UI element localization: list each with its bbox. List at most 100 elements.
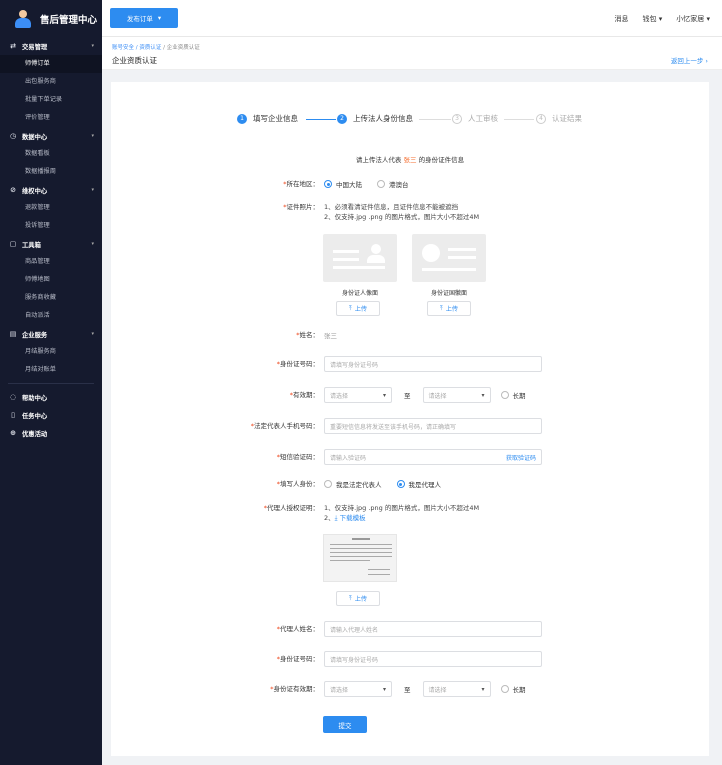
sidebar-item[interactable]: 师傅地图 [0, 271, 102, 289]
publish-order-label: 发布订单 [126, 15, 153, 23]
upload-prompt: 请上传法人代表 张三 的身份证件信息 [111, 154, 709, 164]
publish-order-button[interactable]: 发布订单 ▾ [110, 8, 178, 28]
sidebar-group-icon: ◌ [9, 393, 17, 401]
agent-id-label: *身份证号码： [276, 655, 319, 663]
sidebar-item[interactable]: 评价管理 [0, 109, 102, 127]
sidebar-item[interactable]: 数据播报周 [0, 163, 102, 181]
photo-note: 2、仅支持.jpg .png 的图片格式，图片大小不超过4M [324, 213, 480, 221]
chevron-down-icon: ▾ [91, 43, 94, 49]
top-bar: 发布订单 ▾ 消息 钱包 ▾ 小忆家居 ▾ [102, 0, 722, 37]
upload-auth-button[interactable]: ⤒ 上传 [336, 591, 380, 606]
legal-rep-name: 张三 [403, 156, 417, 164]
region-mainland-radio[interactable]: 中国大陆 [324, 179, 362, 189]
sidebar-group-label: 任务中心 [22, 412, 48, 420]
chevron-down-icon: ▾ [91, 187, 94, 193]
phone-input[interactable]: 重要短信信息将发送至该手机号码，请正确填写 [324, 418, 542, 434]
upload-front-button[interactable]: ⤒ 上传 [336, 301, 380, 316]
wallet-menu[interactable]: 钱包 ▾ [643, 14, 663, 24]
app-title: 售后管理中心 [40, 14, 98, 26]
form-card: 1 填写企业信息 2 上传法人身份信息 3 人工审核 4 认证结果 请上传法人代表 张三… [111, 82, 709, 756]
sidebar-item[interactable]: 数据看板 [0, 145, 102, 163]
sidebar-group-icon: ▢ [9, 240, 17, 248]
sidebar-item[interactable]: 批量下单记录 [0, 91, 102, 109]
identity-label: *填写人身份： [276, 480, 319, 488]
download-template-link[interactable]: ⤓ 下载模板 [335, 514, 366, 522]
chevron-down-icon: ▾ [91, 133, 94, 139]
sms-code-input[interactable]: 请输入验证码 获取验证码 [324, 449, 542, 465]
sidebar-group-icon: ◷ [9, 132, 17, 140]
sidebar-group-label: 数据中心 [22, 133, 48, 141]
upload-back-button[interactable]: ⤒ 上传 [427, 301, 471, 316]
upload-icon: ⤒ [348, 594, 352, 602]
sidebar-group[interactable]: ⊕ 优惠活动 [0, 424, 102, 442]
submit-button[interactable]: 提交 [323, 716, 367, 733]
chevron-down-icon: ▾ [91, 331, 94, 337]
sidebar-group-label: 维权中心 [22, 187, 48, 195]
photo-label: *证件照片： [283, 203, 319, 211]
download-label: 下载模板 [339, 514, 366, 522]
region-hkmt-radio[interactable]: 港澳台 [377, 179, 409, 189]
auth-note: 2、 [324, 514, 335, 522]
agent-name-input[interactable]: 请输入代理人姓名 [324, 621, 542, 637]
agent-radio[interactable]: 我是代理人 [396, 479, 441, 489]
app-logo[interactable]: 售后管理中心 [0, 0, 102, 37]
agent-id-input[interactable]: 请填写身份证号码 [324, 651, 542, 667]
photo-notes: 1、必须看清证件信息，且证件信息不能被遮挡 2、仅支持.jpg .png 的图片… [324, 202, 479, 222]
sidebar-item[interactable]: 投诉管理 [0, 217, 102, 235]
user-name: 小忆家居 [676, 14, 705, 23]
validity-end-select[interactable]: 请选择 ▾ [422, 387, 491, 403]
radio-checked-icon [396, 480, 405, 488]
id-number-input[interactable]: 请填写身份证号码 [324, 356, 542, 372]
step-number: 4 [536, 113, 546, 124]
get-code-button[interactable]: 获取验证码 [506, 453, 536, 462]
agent-validity-label: *身份证有效期： [270, 685, 319, 693]
step-3: 3 人工审核 [452, 113, 498, 124]
agent-validity-start-select[interactable]: 请选择 ▾ [324, 681, 392, 697]
radio-label: 港澳台 [389, 181, 409, 189]
legal-rep-radio[interactable]: 我是法定代表人 [324, 479, 382, 489]
id-back-caption: 身份证国徽面 [430, 290, 467, 297]
sidebar-item[interactable]: 退款管理 [0, 199, 102, 217]
sidebar-item[interactable]: 月结对账单 [0, 361, 102, 379]
sidebar-item[interactable]: 自动派活 [0, 307, 102, 325]
sidebar: 售后管理中心 ⇄ 交易管理 ▾ 师傅订单 出包服务商 批量下单记录 评价管理 ◷ 数据中心 ▾ 数据… [0, 0, 102, 765]
radio-icon [500, 685, 509, 693]
step-label: 认证结果 [552, 114, 582, 123]
sidebar-item[interactable]: 出包服务商 [0, 73, 102, 91]
sidebar-group-icon: ⇄ [10, 42, 16, 50]
user-menu[interactable]: 小忆家居 ▾ [676, 14, 710, 24]
breadcrumb-account-security[interactable]: 账号安全 [112, 45, 134, 51]
upload-label: 上传 [445, 306, 459, 313]
region-row: *所在地区： 中国大陆 港澳台 [111, 176, 709, 192]
sidebar-group-label: 交易管理 [22, 43, 48, 51]
sidebar-group[interactable]: ◷ 数据中心 ▾ [0, 127, 102, 145]
sidebar-group[interactable]: ◌ 帮助中心 [0, 388, 102, 406]
sidebar-group[interactable]: ⊘ 维权中心 ▾ [0, 181, 102, 199]
sidebar-item[interactable]: 服务商收藏 [0, 289, 102, 307]
validity-start-select[interactable]: 请选择 ▾ [324, 387, 392, 403]
sidebar-item[interactable]: 月结服务商 [0, 343, 102, 361]
agent-long-term-radio[interactable]: 长期 [500, 684, 526, 694]
chevron-down-icon: ▾ [382, 391, 386, 399]
step-connector [419, 119, 451, 120]
upload-label: 上传 [354, 306, 368, 313]
agent-validity-end-select[interactable]: 请选择 ▾ [422, 681, 491, 697]
back-link[interactable]: 返回上一步 › [671, 55, 708, 65]
upload-label: 上传 [354, 596, 368, 603]
sidebar-group[interactable]: ▢ 工具箱 ▾ [0, 235, 102, 253]
prompt-text: 的身份证件信息 [418, 156, 465, 164]
sidebar-item[interactable]: 商品管理 [0, 253, 102, 271]
agent-validity-row: *身份证有效期： 请选择 ▾ 至 请选择 ▾ 长期 [111, 681, 709, 697]
sms-row: *短信验证码： 请输入验证码 获取验证码 [111, 449, 709, 465]
breadcrumb-qualification[interactable]: 资质认证 [139, 45, 161, 51]
long-term-radio[interactable]: 长期 [500, 390, 526, 400]
id-number-label: *身份证号码： [276, 360, 319, 368]
chevron-down-icon: ▾ [157, 14, 162, 22]
sidebar-item[interactable]: 师傅订单 [0, 55, 102, 73]
messages-link[interactable]: 消息 [615, 14, 629, 24]
sidebar-group-icon: ⊕ [10, 429, 16, 437]
validity-label: *有效期： [289, 391, 319, 399]
sidebar-group[interactable]: ⇄ 交易管理 ▾ [0, 37, 102, 55]
sidebar-group[interactable]: ▤ 企业服务 ▾ [0, 325, 102, 343]
sidebar-group[interactable]: ▯ 任务中心 [0, 406, 102, 424]
